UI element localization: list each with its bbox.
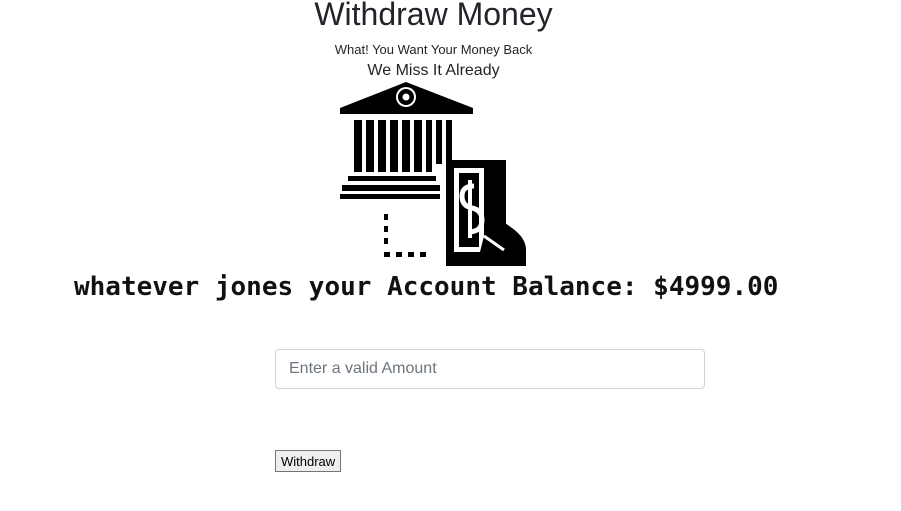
page-title: Withdraw Money bbox=[314, 0, 553, 32]
account-balance: whatever jones your Account Balance: $49… bbox=[74, 272, 779, 302]
page-tagline: We Miss It Already bbox=[367, 62, 500, 79]
amount-input[interactable] bbox=[275, 349, 705, 389]
withdraw-page: Withdraw Money What! You Want Your Money… bbox=[0, 0, 901, 511]
bank-withdraw-icon bbox=[340, 82, 526, 266]
withdraw-button[interactable]: Withdraw bbox=[275, 450, 342, 472]
page-subtitle: What! You Want Your Money Back bbox=[334, 42, 533, 57]
